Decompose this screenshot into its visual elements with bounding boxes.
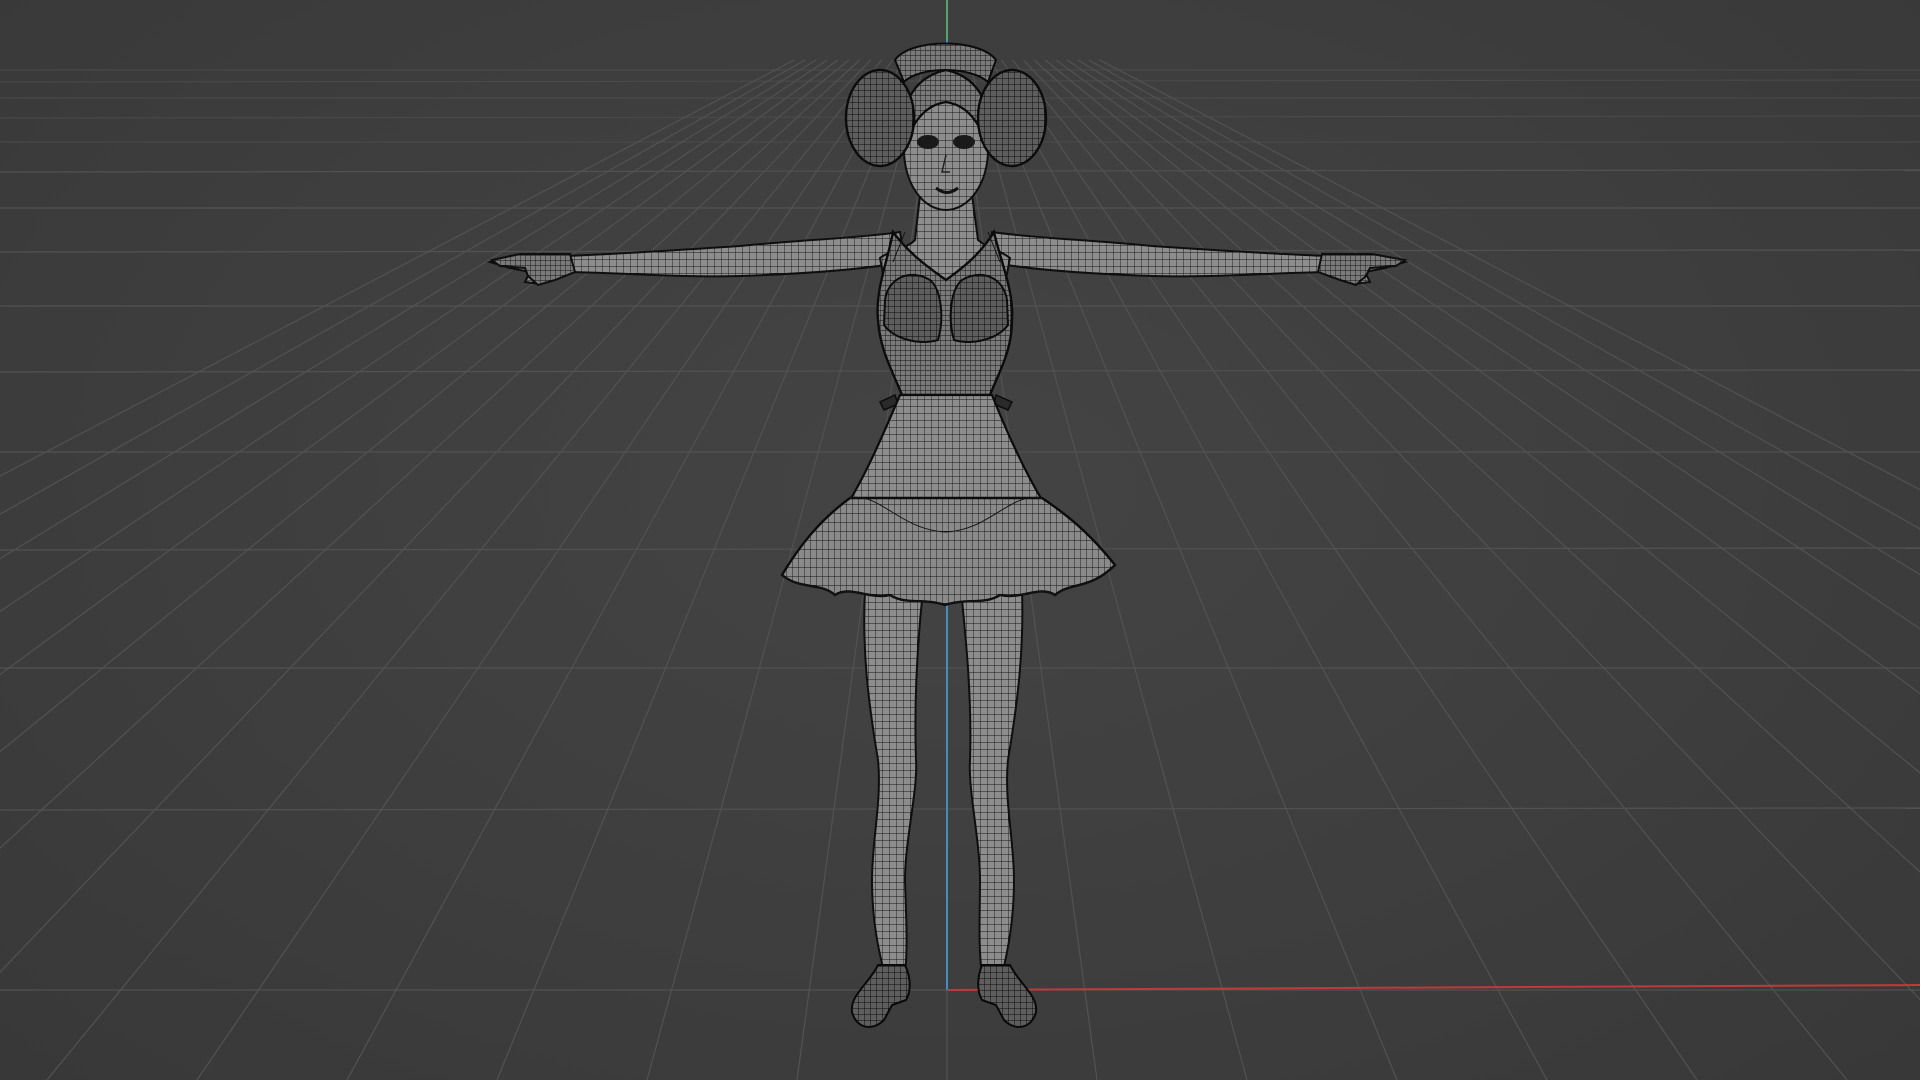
axis-lines bbox=[946, 0, 1920, 991]
grid-line-depth bbox=[1088, 59, 1920, 530]
grid-line-depth bbox=[1044, 59, 1920, 774]
right-hand-mesh bbox=[1316, 253, 1408, 287]
grid-line-depth bbox=[0, 59, 839, 676]
right-eye bbox=[953, 135, 975, 149]
bust-left-mesh bbox=[882, 273, 943, 343]
grid-line-depth bbox=[0, 59, 828, 613]
dress-panel-mesh bbox=[848, 393, 1044, 502]
grid-line-depth bbox=[1033, 59, 1920, 873]
left-leg-mesh bbox=[863, 588, 924, 976]
bust-right-mesh bbox=[949, 273, 1010, 343]
grid-line-depth bbox=[46, 59, 883, 1080]
grid-line-depth bbox=[1022, 59, 1920, 1001]
left-shoe-mesh bbox=[850, 964, 911, 1028]
right-shoe-mesh bbox=[977, 964, 1038, 1028]
grid-line-depth bbox=[0, 59, 872, 973]
3d-viewport[interactable] bbox=[0, 0, 1920, 1080]
grid-line-depth bbox=[1011, 59, 1848, 1080]
grid-line-depth bbox=[1055, 59, 1920, 695]
right-hair-bun-mesh bbox=[976, 68, 1048, 168]
grid-line-depth bbox=[0, 59, 806, 515]
left-hair-bun-mesh bbox=[844, 68, 916, 168]
x-axis-line bbox=[946, 984, 1920, 991]
grid-line-depth bbox=[1077, 59, 1920, 576]
viewport-canvas[interactable] bbox=[0, 0, 1920, 1080]
grid-line-depth bbox=[0, 59, 795, 477]
right-leg-mesh bbox=[960, 588, 1024, 976]
left-eye bbox=[917, 135, 939, 149]
grid-line-horizontal bbox=[0, 807, 1920, 811]
grid-line-depth bbox=[1066, 59, 1920, 630]
left-hand-mesh bbox=[489, 253, 577, 287]
grid-line-depth bbox=[0, 59, 850, 753]
